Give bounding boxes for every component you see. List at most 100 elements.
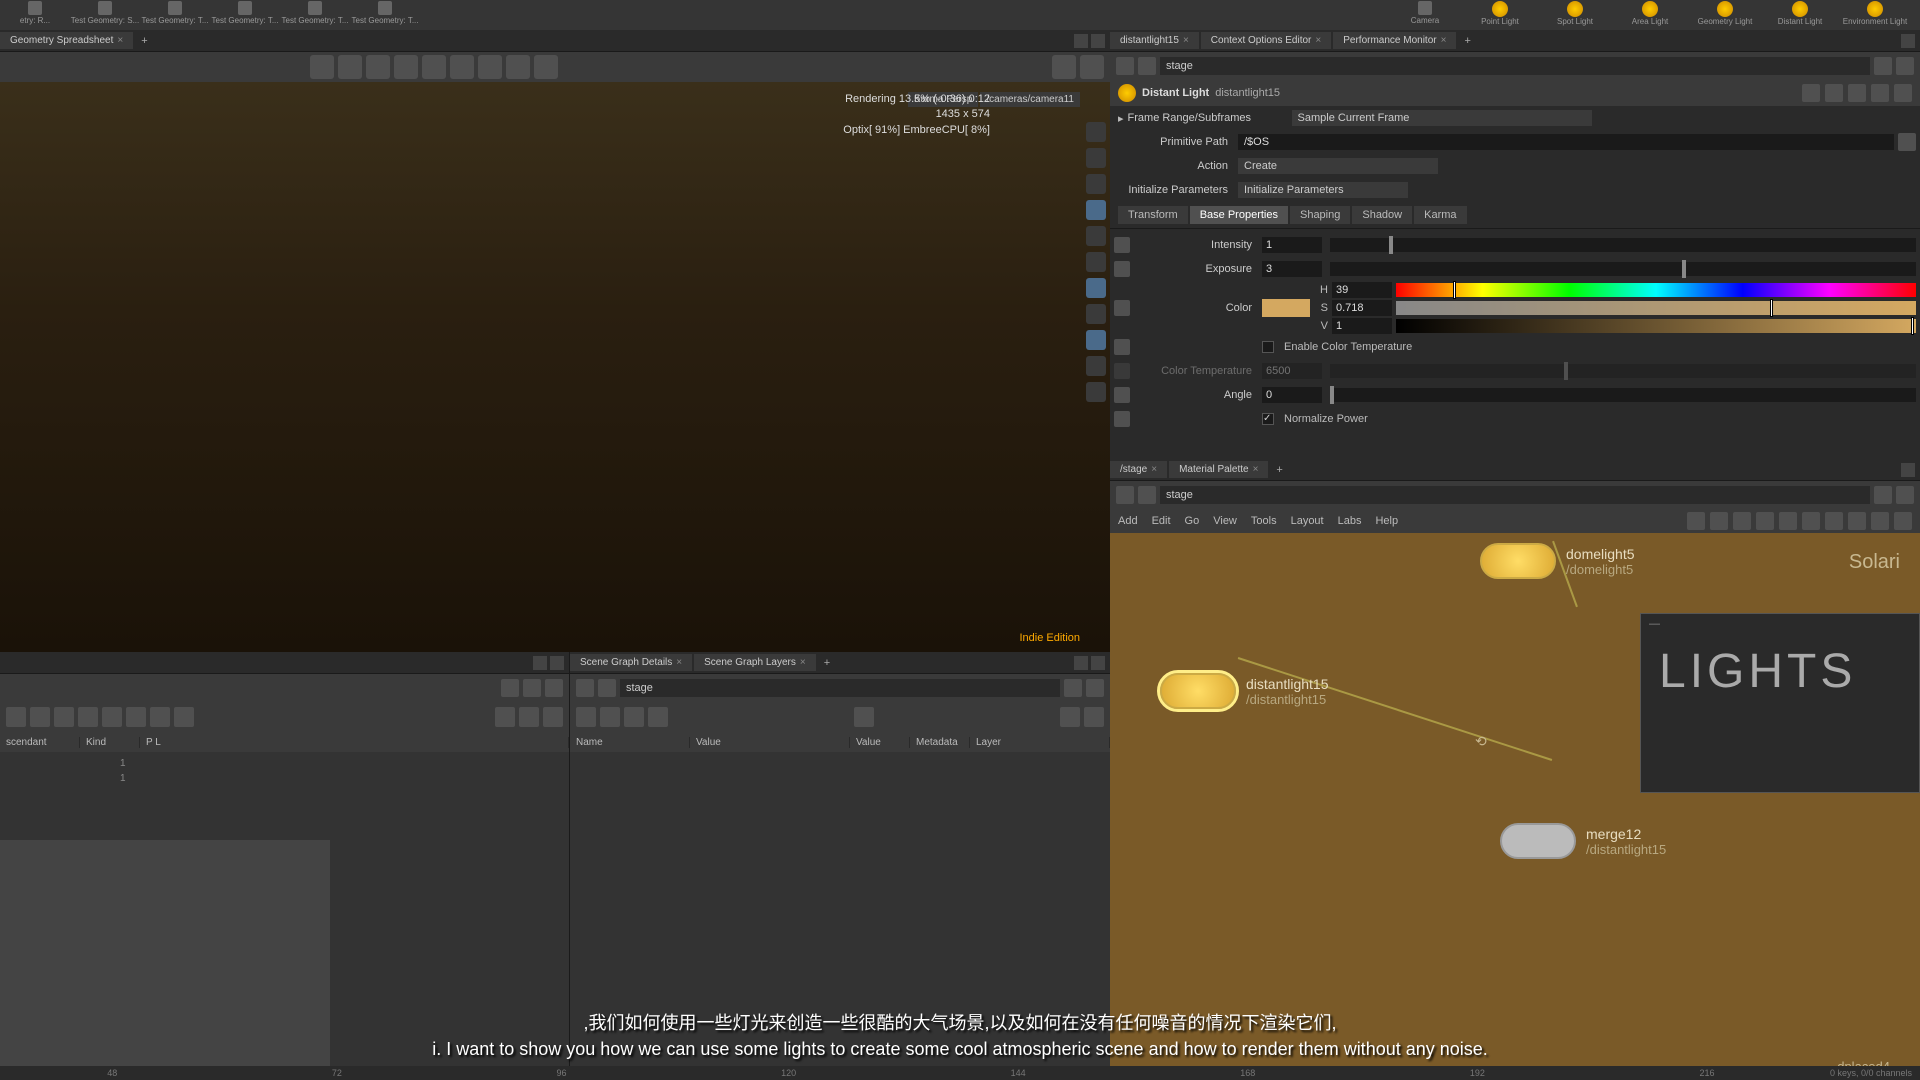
wrench-icon[interactable] [1086, 382, 1106, 402]
val-slider[interactable] [1396, 319, 1916, 333]
help-icon[interactable] [1080, 55, 1104, 79]
sg-tool-1[interactable] [6, 707, 26, 727]
shelf-env-light[interactable]: Environment Light [1840, 1, 1910, 29]
shelf-camera[interactable]: Camera [1390, 1, 1460, 29]
viewport[interactable]: Karma Persp /cameras/camera11 Rendering … [0, 82, 1110, 652]
shelf-item[interactable]: Test Geometry: T... [350, 1, 420, 29]
pencil-icon[interactable] [1114, 261, 1130, 277]
menu-edit[interactable]: Edit [1152, 515, 1171, 527]
sg-help-icon[interactable] [543, 707, 563, 727]
list-icon[interactable] [576, 707, 596, 727]
tab-add[interactable]: + [1458, 35, 1476, 47]
lock-icon[interactable] [1086, 122, 1106, 142]
funnel-icon[interactable] [854, 707, 874, 727]
intensity-input[interactable]: 1 [1262, 237, 1322, 253]
home-icon[interactable] [1086, 148, 1106, 168]
path-input[interactable]: stage [1160, 57, 1870, 75]
maximize-icon[interactable] [1901, 34, 1915, 48]
layout-icon[interactable] [1779, 512, 1797, 530]
sg-tool-6[interactable] [126, 707, 146, 727]
chevron-down-icon[interactable] [1091, 34, 1105, 48]
flag-icon[interactable] [1848, 512, 1866, 530]
box-icon[interactable] [1871, 512, 1889, 530]
chevron-down-icon[interactable] [550, 656, 564, 670]
sg-gear-icon[interactable] [495, 707, 515, 727]
maximize-icon[interactable] [1074, 34, 1088, 48]
gear-icon[interactable] [1052, 55, 1076, 79]
menu-help[interactable]: Help [1375, 515, 1398, 527]
tab-shadow[interactable]: Shadow [1352, 206, 1412, 224]
back-icon[interactable] [501, 679, 519, 697]
gear-icon[interactable] [1802, 84, 1820, 102]
hue-input[interactable]: 39 [1332, 282, 1392, 298]
info-icon[interactable] [1871, 84, 1889, 102]
menu-labs[interactable]: Labs [1338, 515, 1362, 527]
timeline[interactable]: 48 72 96 120 144 168 192 216 0 keys, 0/0… [0, 1066, 1920, 1080]
extra-tool[interactable] [534, 55, 558, 79]
path-input[interactable]: stage [620, 679, 1060, 697]
sg-tool-2[interactable] [30, 707, 50, 727]
exposure-input[interactable]: 3 [1262, 261, 1322, 277]
search-icon[interactable] [1848, 84, 1866, 102]
close-icon[interactable]: × [800, 657, 806, 668]
shelf-spot-light[interactable]: Spot Light [1540, 1, 1610, 29]
action-select[interactable]: Create [1238, 158, 1438, 174]
circle-icon[interactable] [1086, 174, 1106, 194]
sg-tool-5[interactable] [102, 707, 122, 727]
goto-icon[interactable] [1896, 57, 1914, 75]
list-icon[interactable] [1710, 512, 1728, 530]
sat-input[interactable]: 0.718 [1332, 300, 1392, 316]
columns-icon[interactable] [624, 707, 644, 727]
tab-geo-spreadsheet[interactable]: Geometry Spreadsheet× [0, 32, 133, 49]
forward-icon[interactable] [598, 679, 616, 697]
angle-input[interactable]: 0 [1262, 387, 1322, 403]
color-icon[interactable] [1802, 512, 1820, 530]
tree-icon[interactable] [600, 707, 620, 727]
tab-base-properties[interactable]: Base Properties [1190, 206, 1288, 224]
select-tool[interactable] [310, 55, 334, 79]
pencil-icon[interactable] [1114, 387, 1130, 403]
shelf-distant-light[interactable]: Distant Light [1765, 1, 1835, 29]
shelf-item[interactable]: Test Geometry: T... [280, 1, 350, 29]
normalize-checkbox[interactable] [1262, 413, 1274, 425]
help-icon[interactable] [1894, 84, 1912, 102]
hue-slider[interactable] [1396, 283, 1916, 297]
enable-ct-checkbox[interactable] [1262, 341, 1274, 353]
tab-add[interactable]: + [1270, 464, 1288, 476]
wrench-icon[interactable] [1687, 512, 1705, 530]
tab-perf-monitor[interactable]: Performance Monitor× [1333, 32, 1456, 49]
no-tool[interactable] [478, 55, 502, 79]
shelf-geo-light[interactable]: Geometry Light [1690, 1, 1760, 29]
grid-icon[interactable] [1756, 512, 1774, 530]
sg-tool-8[interactable] [174, 707, 194, 727]
camera-path[interactable]: /cameras/camera11 [980, 92, 1080, 107]
val-input[interactable]: 1 [1332, 318, 1392, 334]
pin-icon[interactable] [1064, 679, 1082, 697]
pin-icon[interactable] [1874, 57, 1892, 75]
frame-range-select[interactable]: Sample Current Frame [1292, 110, 1592, 126]
path-input[interactable]: stage [1160, 486, 1870, 504]
goto-icon[interactable] [1896, 486, 1914, 504]
render-tool[interactable] [506, 55, 530, 79]
shelf-item[interactable]: Test Geometry: T... [140, 1, 210, 29]
tab-stage[interactable]: /stage× [1110, 461, 1167, 478]
intensity-slider[interactable] [1330, 238, 1916, 252]
chevron-down-icon[interactable] [1091, 656, 1105, 670]
pencil-icon[interactable] [1114, 411, 1130, 427]
snapshot-icon[interactable] [1060, 707, 1080, 727]
init-button[interactable]: Initialize Parameters [1238, 182, 1408, 198]
render-icon[interactable] [1086, 200, 1106, 220]
sg-tool-3[interactable] [54, 707, 74, 727]
primpath-picker[interactable] [1898, 133, 1916, 151]
tab-sg-layers[interactable]: Scene Graph Layers× [694, 654, 816, 671]
tab-material-palette[interactable]: Material Palette× [1169, 461, 1268, 478]
tab-karma[interactable]: Karma [1414, 206, 1466, 224]
tab-context-options[interactable]: Context Options Editor× [1201, 32, 1331, 49]
menu-add[interactable]: Add [1118, 515, 1138, 527]
pencil-icon[interactable] [1114, 300, 1130, 316]
tab-distantlight[interactable]: distantlight15× [1110, 32, 1199, 49]
node-name[interactable]: distantlight15 [1215, 87, 1280, 99]
node-domelight[interactable]: domelight5 /domelight5 [1480, 543, 1635, 579]
material-icon[interactable] [1086, 252, 1106, 272]
menu-go[interactable]: Go [1185, 515, 1200, 527]
